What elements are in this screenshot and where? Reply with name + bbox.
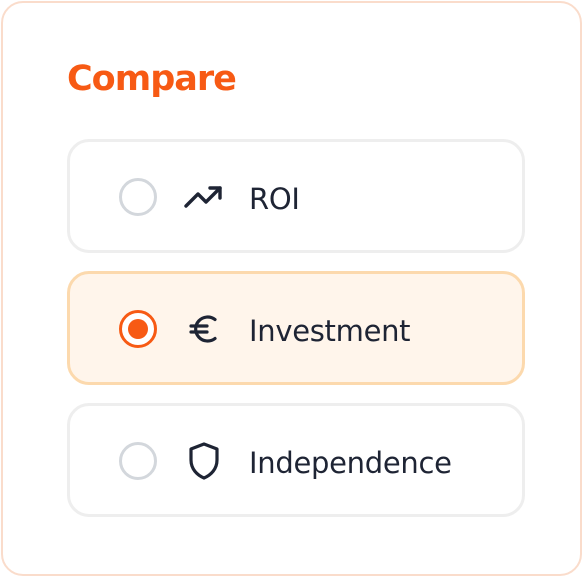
option-label: ROI bbox=[249, 182, 300, 216]
radio-dot bbox=[128, 319, 148, 339]
radio-button[interactable] bbox=[119, 178, 157, 216]
option-label: Investment bbox=[249, 314, 411, 348]
trending-up-icon bbox=[182, 178, 226, 216]
option-roi[interactable]: ROI bbox=[67, 139, 525, 253]
option-independence[interactable]: Independence bbox=[67, 403, 525, 517]
shield-icon bbox=[182, 442, 226, 480]
card-title: Compare bbox=[67, 59, 237, 99]
radio-button[interactable] bbox=[119, 310, 157, 348]
option-investment[interactable]: Investment bbox=[67, 271, 525, 385]
euro-icon bbox=[182, 310, 226, 348]
radio-button[interactable] bbox=[119, 442, 157, 480]
option-label: Independence bbox=[249, 446, 452, 480]
compare-card: Compare ROI Investment Independence bbox=[1, 1, 582, 576]
